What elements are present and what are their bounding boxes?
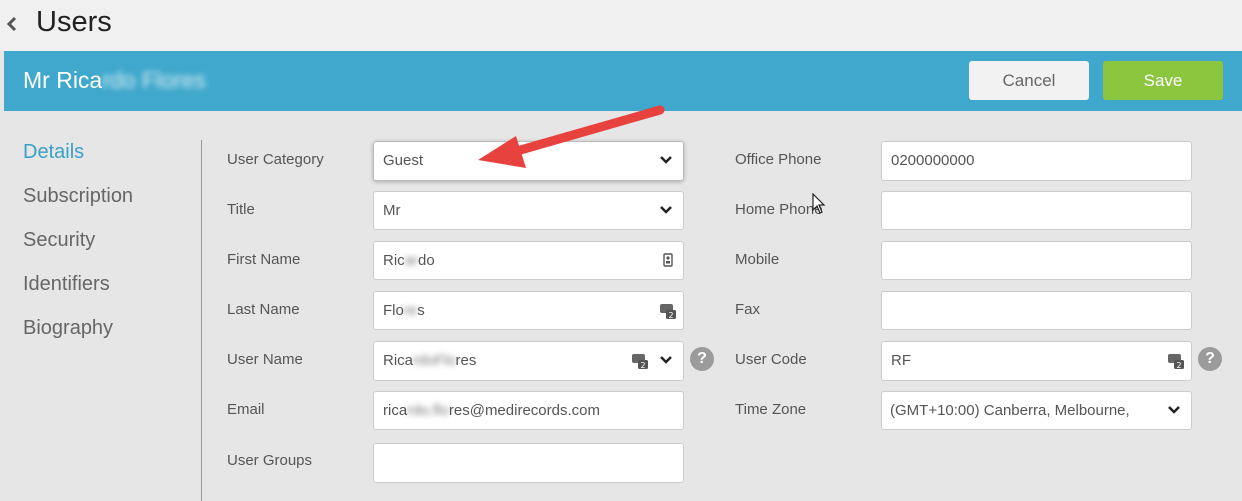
top-bar: Users xyxy=(0,0,1242,51)
email-input[interactable]: ricardo.flores@medirecords.com xyxy=(373,391,684,430)
email-value: ricardo.flores@medirecords.com xyxy=(383,402,600,419)
home-phone-label: Home Phone xyxy=(735,201,823,218)
title-select[interactable]: Mr xyxy=(373,191,684,230)
office-phone-value: 0200000000 xyxy=(891,152,975,169)
time-zone-value: (GMT+10:00) Canberra, Melbourne, xyxy=(890,402,1130,419)
chevron-down-icon xyxy=(1168,406,1180,414)
user-code-input[interactable]: RF 2 xyxy=(881,341,1192,381)
keyboard-icon: 2 xyxy=(660,304,676,319)
title-value: Mr xyxy=(383,202,401,219)
user-groups-input[interactable] xyxy=(373,443,684,483)
chevron-down-icon xyxy=(660,206,672,214)
first-name-value: Ricardo xyxy=(383,252,435,269)
sidebar-item-identifiers[interactable]: Identifiers xyxy=(23,273,110,296)
user-name-value: RicardoFlores xyxy=(383,352,477,369)
chevron-down-icon xyxy=(660,356,672,364)
cancel-button[interactable]: Cancel xyxy=(969,61,1089,100)
mobile-input[interactable] xyxy=(881,241,1192,280)
contact-card-icon xyxy=(663,253,673,267)
last-name-input[interactable]: Flores 2 xyxy=(373,291,684,330)
user-name-help-icon[interactable]: ? xyxy=(690,347,714,371)
user-category-label: User Category xyxy=(227,151,324,168)
user-name-select[interactable]: RicardoFlores 2 xyxy=(373,341,684,381)
back-chevron-icon[interactable] xyxy=(4,14,20,34)
user-code-help-icon[interactable]: ? xyxy=(1198,347,1222,371)
title-label: Title xyxy=(227,201,255,218)
user-groups-label: User Groups xyxy=(227,452,313,469)
first-name-input[interactable]: Ricardo xyxy=(373,241,684,280)
keyboard-icon: 2 xyxy=(1168,354,1184,369)
svg-text:2: 2 xyxy=(1176,361,1181,369)
user-code-value: RF xyxy=(891,352,911,369)
page-title: Users xyxy=(36,6,112,38)
time-zone-select[interactable]: (GMT+10:00) Canberra, Melbourne, xyxy=(881,391,1192,430)
office-phone-label: Office Phone xyxy=(735,151,822,168)
keyboard-icon: 2 xyxy=(632,354,648,369)
sidebar-item-subscription[interactable]: Subscription xyxy=(23,185,133,208)
user-name-label: User Name xyxy=(227,351,303,368)
mobile-label: Mobile xyxy=(735,251,780,268)
last-name-value: Flores xyxy=(383,302,425,319)
first-name-label: First Name xyxy=(227,251,301,268)
sidebar-item-biography[interactable]: Biography xyxy=(23,317,113,340)
fax-label: Fax xyxy=(735,301,761,318)
user-display-name: Mr Ricardo Flores xyxy=(23,67,206,93)
annotation-arrow-icon xyxy=(478,105,665,168)
sidebar-nav: Details Subscription Security Identifier… xyxy=(4,111,202,501)
sidebar-item-details[interactable]: Details xyxy=(23,141,84,164)
office-phone-input[interactable]: 0200000000 xyxy=(881,141,1192,181)
fax-input[interactable] xyxy=(881,291,1192,330)
email-label: Email xyxy=(227,401,265,418)
sidebar-item-security[interactable]: Security xyxy=(23,229,95,252)
home-phone-input[interactable] xyxy=(881,191,1192,230)
last-name-label: Last Name xyxy=(227,301,300,318)
svg-text:2: 2 xyxy=(668,311,673,319)
save-button[interactable]: Save xyxy=(1103,61,1223,100)
mouse-cursor-icon xyxy=(812,193,826,214)
time-zone-label: Time Zone xyxy=(735,401,807,418)
user-category-value: Guest xyxy=(383,152,424,169)
sidebar-divider xyxy=(201,140,202,501)
svg-text:2: 2 xyxy=(640,361,645,369)
user-code-label: User Code xyxy=(735,351,807,368)
